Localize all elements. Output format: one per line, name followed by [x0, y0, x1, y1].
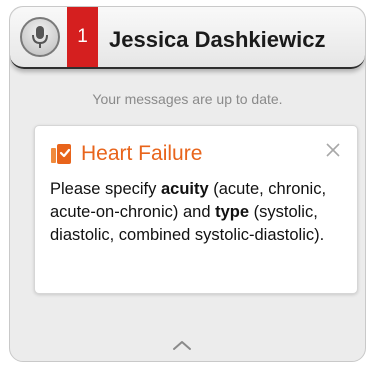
alert-title: Heart Failure	[81, 142, 203, 165]
panel-header: 1 Jessica Dashkiewicz	[10, 7, 365, 69]
alert-card: Heart Failure Please specify acuity (acu…	[34, 125, 358, 294]
acuity-term: acuity	[160, 180, 209, 198]
chevron-up-icon[interactable]	[171, 338, 193, 352]
microphone-button[interactable]	[20, 17, 60, 57]
patient-name: Jessica Dashkiewicz	[109, 27, 326, 52]
notification-count-badge: 1	[67, 7, 98, 67]
microphone-icon	[32, 26, 48, 48]
messages-status: Your messages are up to date.	[92, 91, 283, 107]
close-icon[interactable]	[323, 140, 343, 160]
type-term: type	[215, 203, 250, 221]
document-alert-icon	[51, 144, 71, 164]
message-text: Please specify	[50, 180, 161, 198]
alert-message: Please specify acuity (acute, chronic, a…	[50, 178, 346, 247]
message-panel: 1 Jessica Dashkiewicz Your messages are …	[9, 6, 366, 362]
